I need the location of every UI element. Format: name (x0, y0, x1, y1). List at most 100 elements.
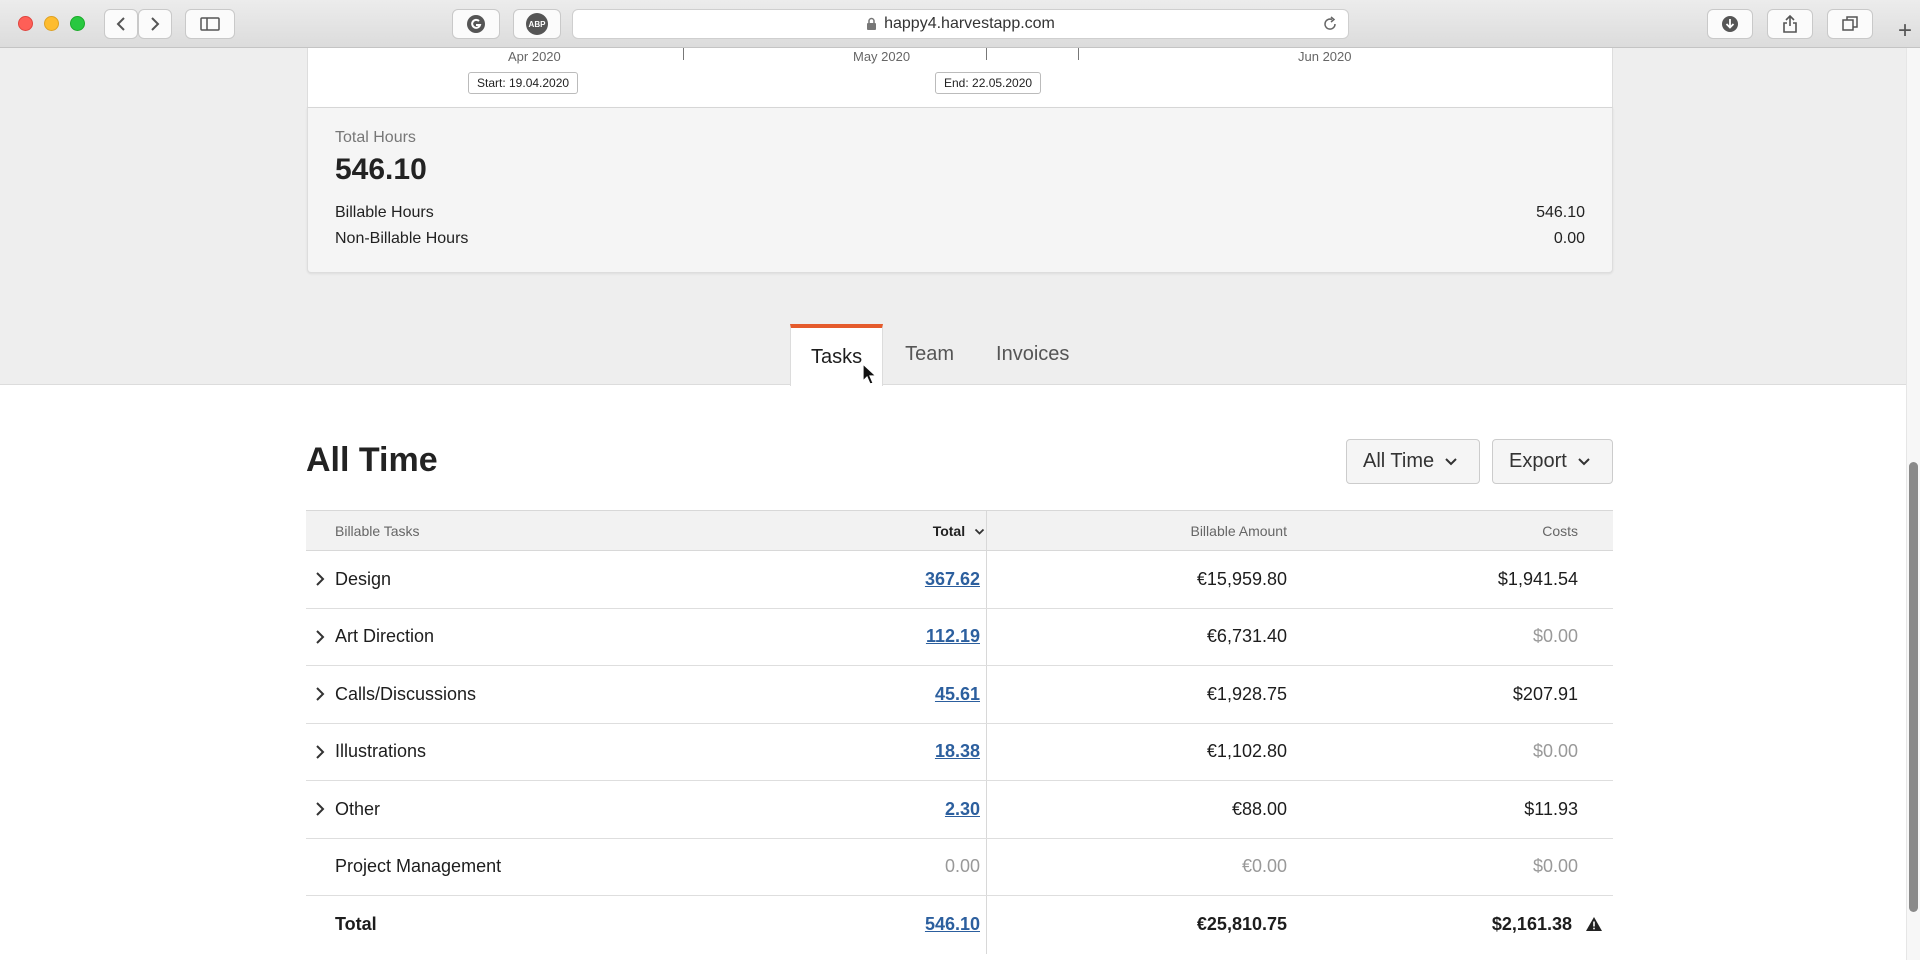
column-divider (986, 838, 987, 895)
scrollbar-thumb[interactable] (1909, 462, 1918, 912)
back-button[interactable] (104, 9, 138, 39)
timeline-tick (1078, 48, 1079, 60)
download-icon (1722, 16, 1738, 32)
task-total-link[interactable]: 2.30 (945, 799, 980, 820)
task-name: Project Management (335, 856, 502, 877)
task-billable-amount: €1,928.75 (1206, 683, 1287, 704)
address-bar[interactable]: happy4.harvestapp.com (572, 9, 1349, 39)
timeline-end-badge: End: 22.05.2020 (935, 72, 1042, 94)
header-costs[interactable]: Costs (1542, 523, 1578, 539)
column-divider (986, 781, 987, 838)
close-window-button[interactable] (18, 16, 33, 31)
expand-chevron-icon[interactable] (315, 571, 325, 587)
task-total: 0.00 (944, 856, 980, 877)
column-divider (986, 666, 987, 723)
grammarly-extension-button[interactable] (452, 9, 500, 39)
share-icon (1783, 14, 1797, 33)
table-row[interactable]: Art Direction 112.19 €6,731.40 $0.00 (306, 608, 1613, 666)
forward-button[interactable] (138, 9, 172, 39)
expand-chevron-icon[interactable] (315, 629, 325, 645)
downloads-button[interactable] (1707, 9, 1753, 39)
timeline-tick (986, 48, 987, 60)
lock-icon (867, 17, 877, 30)
timeline-start-badge: Start: 19.04.2020 (468, 72, 579, 94)
chevron-down-icon (1578, 457, 1590, 465)
column-divider (986, 608, 987, 665)
billable-hours-value: 546.10 (1536, 204, 1585, 221)
share-button[interactable] (1767, 9, 1813, 39)
table-row[interactable]: Calls/Discussions 45.61 €1,928.75 $207.9… (306, 666, 1613, 724)
tab-overview-button[interactable] (1827, 9, 1873, 39)
task-total-link[interactable]: 112.19 (926, 626, 980, 647)
total-hours-label: Total Hours (335, 129, 416, 146)
expand-chevron-icon[interactable] (315, 686, 325, 702)
total-billable-amount: €25,810.75 (1196, 914, 1287, 935)
nonbillable-hours-value: 0.00 (1553, 230, 1585, 247)
minimize-window-button[interactable] (44, 16, 59, 31)
table-row[interactable]: Design 367.62 €15,959.80 $1,941.54 (306, 551, 1613, 609)
task-total-link[interactable]: 45.61 (935, 684, 980, 705)
table-row[interactable]: Other 2.30 €88.00 $11.93 (306, 781, 1613, 839)
timeline-chart: Apr 2020 May 2020 Jun 2020 Start: 19.04.… (307, 48, 1613, 107)
task-costs: $0.00 (1532, 856, 1578, 877)
task-name: Design (335, 568, 392, 589)
time-range-label: All Time (1363, 450, 1435, 472)
task-costs: $207.91 (1512, 683, 1578, 704)
reload-icon[interactable] (1322, 16, 1338, 32)
adblock-icon: ABP (526, 13, 548, 35)
sidebar-icon (200, 17, 220, 31)
nonbillable-hours-row: Non-Billable Hours 0.00 (335, 230, 1585, 248)
page-content: Apr 2020 May 2020 Jun 2020 Start: 19.04.… (0, 48, 1920, 960)
tasks-table: Billable Tasks Total Billable Amount Cos… (306, 510, 1613, 954)
task-costs: $0.00 (1532, 626, 1578, 647)
time-range-dropdown[interactable]: All Time (1346, 439, 1480, 484)
warning-icon[interactable] (1585, 916, 1603, 932)
total-hours-link[interactable]: 546.10 (925, 914, 980, 935)
task-billable-amount: €15,959.80 (1196, 568, 1287, 589)
total-hours-card: Total Hours 546.10 Billable Hours 546.10… (307, 107, 1613, 273)
mouse-cursor-icon (862, 363, 878, 385)
tab-invoices[interactable]: Invoices (976, 324, 1089, 385)
browser-toolbar: ABP happy4.harvestapp.com + (0, 0, 1920, 48)
column-divider (986, 551, 987, 608)
total-label: Total (335, 914, 377, 935)
grammarly-icon (467, 15, 485, 33)
export-dropdown[interactable]: Export (1492, 439, 1613, 484)
task-name: Other (335, 798, 381, 819)
timeline-month-apr: Apr 2020 (508, 49, 561, 64)
task-billable-amount: €1,102.80 (1206, 741, 1287, 762)
table-row[interactable]: Illustrations 18.38 €1,102.80 $0.00 (306, 723, 1613, 781)
url-text: happy4.harvestapp.com (884, 15, 1055, 32)
adblock-extension-button[interactable]: ABP (513, 9, 561, 39)
total-costs: $2,161.38 (1491, 914, 1572, 935)
billable-hours-label: Billable Hours (335, 204, 434, 221)
task-billable-amount: €6,731.40 (1206, 626, 1287, 647)
task-total-link[interactable]: 18.38 (935, 741, 980, 762)
expand-chevron-icon[interactable] (315, 744, 325, 760)
header-billable-amount[interactable]: Billable Amount (1190, 523, 1287, 539)
task-billable-amount: €0.00 (1241, 856, 1287, 877)
new-tab-button[interactable]: + (1890, 13, 1920, 48)
timeline-month-jun: Jun 2020 (1298, 49, 1352, 64)
table-row: Project Management 0.00 €0.00 $0.00 (306, 838, 1613, 896)
nonbillable-hours-label: Non-Billable Hours (335, 230, 469, 247)
header-billable-tasks[interactable]: Billable Tasks (335, 523, 420, 539)
tab-team[interactable]: Team (883, 324, 976, 385)
expand-chevron-icon[interactable] (315, 801, 325, 817)
task-total-link[interactable]: 367.62 (925, 569, 980, 590)
task-billable-amount: €88.00 (1231, 798, 1287, 819)
chevron-right-icon (151, 17, 160, 31)
chevron-left-icon (116, 17, 125, 31)
column-divider (986, 723, 987, 780)
task-costs: $11.93 (1524, 798, 1578, 819)
timeline-month-may: May 2020 (853, 49, 911, 64)
section-title: All Time (306, 441, 438, 479)
column-divider (986, 511, 987, 550)
header-total[interactable]: Total (933, 523, 985, 539)
task-costs: $0.00 (1532, 741, 1578, 762)
column-divider (986, 896, 987, 954)
table-header: Billable Tasks Total Billable Amount Cos… (306, 511, 1613, 551)
zoom-window-button[interactable] (70, 16, 85, 31)
sidebar-toggle-button[interactable] (185, 9, 235, 39)
task-name: Art Direction (335, 626, 435, 647)
